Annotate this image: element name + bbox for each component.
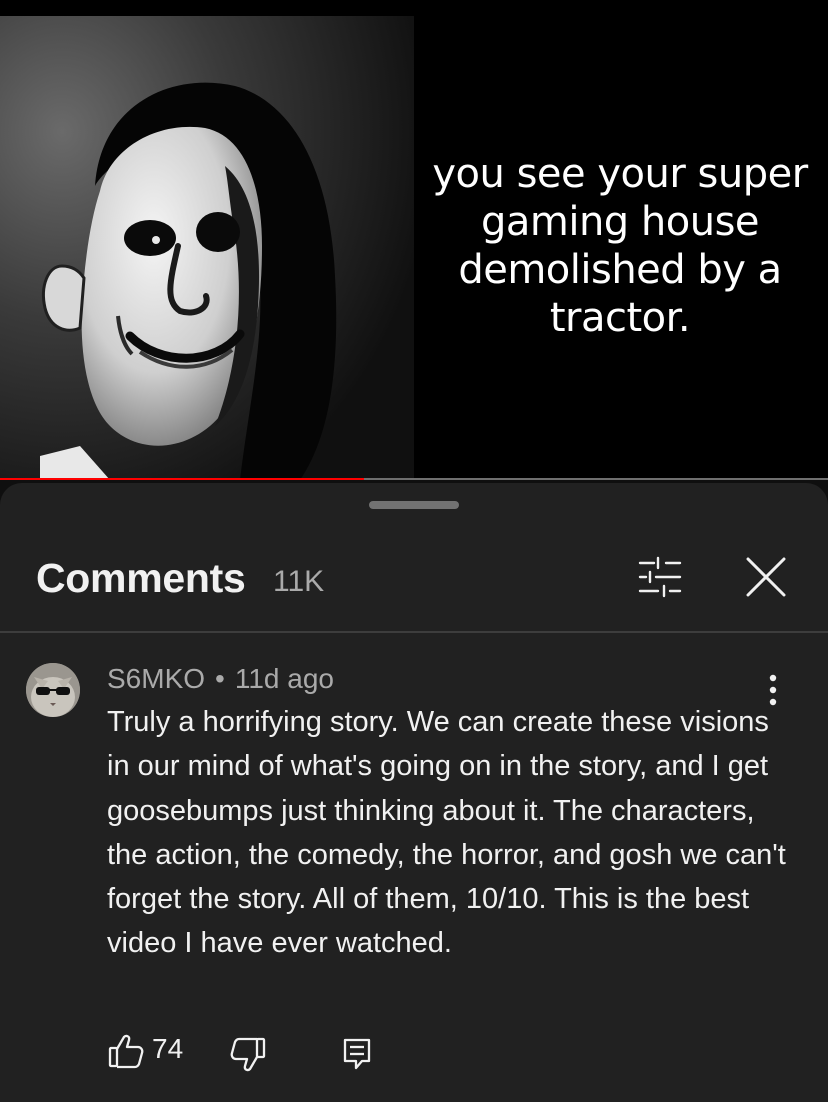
like-button[interactable]	[108, 1033, 144, 1069]
thumbs-up-icon	[108, 1034, 144, 1069]
video-caption: you see your super gaming house demolish…	[432, 151, 808, 341]
sort-filter-button[interactable]	[636, 555, 684, 599]
drag-handle[interactable]	[369, 501, 459, 509]
thumbs-down-icon	[230, 1037, 266, 1072]
close-icon	[746, 557, 786, 597]
comments-panel: Comments 11K S6MKO • 11d ago Truly a hor…	[0, 483, 828, 1102]
comments-title: Comments	[36, 555, 246, 601]
close-button[interactable]	[742, 555, 790, 599]
video-player[interactable]: you see your super gaming house demolish…	[0, 0, 828, 480]
progress-bar-fill	[0, 478, 365, 480]
avatar[interactable]	[26, 663, 80, 717]
reply-button[interactable]	[342, 1037, 372, 1071]
comment-actions: 74	[0, 1023, 828, 1083]
sliders-icon	[638, 556, 682, 598]
reply-icon	[343, 1038, 371, 1070]
comment-item: S6MKO • 11d ago Truly a horrifying story. …	[0, 633, 828, 1102]
comment-meta: S6MKO • 11d ago	[107, 663, 334, 695]
dislike-button[interactable]	[230, 1037, 266, 1073]
video-frame-image	[0, 16, 414, 480]
progress-bar[interactable]	[0, 478, 828, 480]
avatar-image	[26, 663, 80, 717]
comments-count: 11K	[273, 565, 325, 598]
comment-text: Truly a horrifying story. We can create …	[107, 706, 786, 960]
comment-author[interactable]: S6MKO	[107, 663, 205, 694]
like-count: 74	[152, 1033, 184, 1064]
meta-separator: •	[215, 663, 225, 694]
comment-time: 11d ago	[234, 663, 334, 694]
